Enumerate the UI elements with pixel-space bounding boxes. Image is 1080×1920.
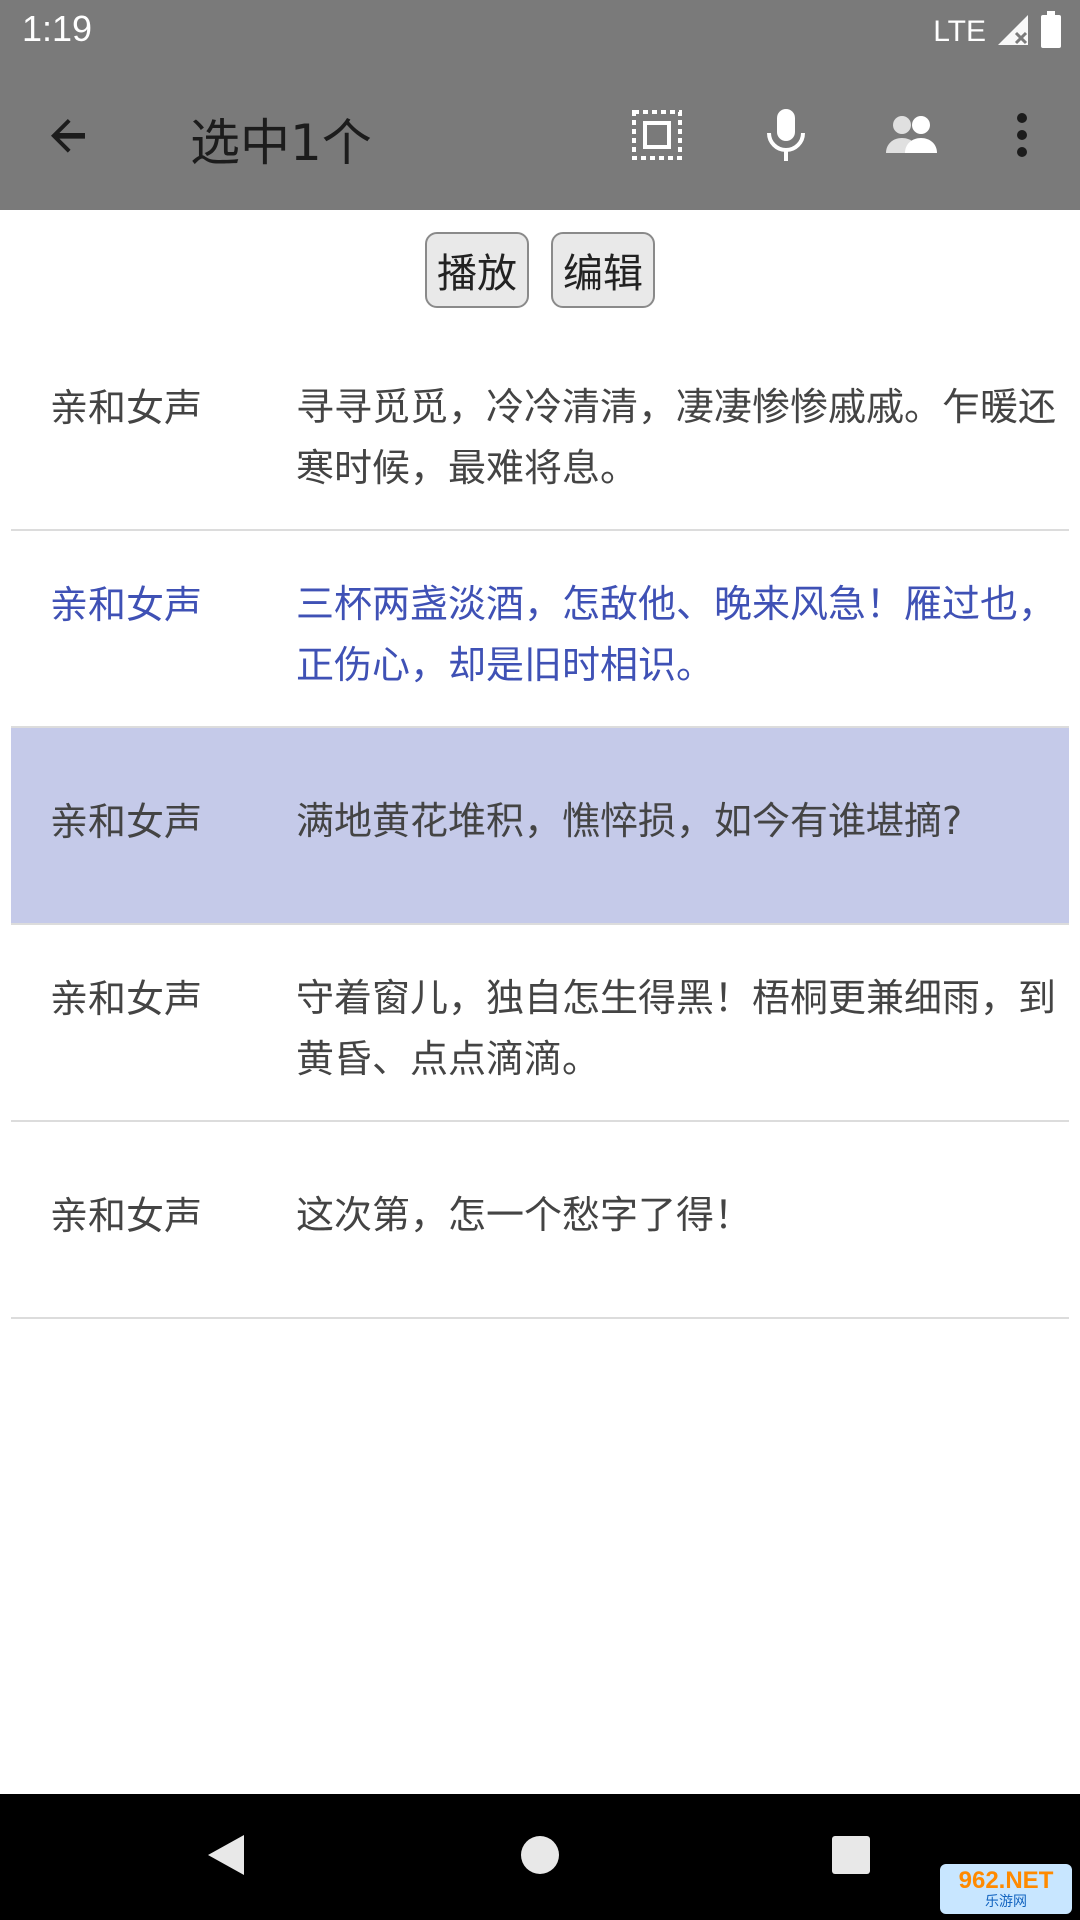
list-item[interactable]: 亲和女声 守着窗儿，独自怎生得黑！梧桐更兼细雨，到黄昏、点点滴滴。 xyxy=(11,925,1069,1122)
list-item[interactable]: 亲和女声 三杯两盏淡酒，怎敌他、晚来风急！雁过也，正伤心，却是旧时相识。 xyxy=(11,531,1069,728)
select-all-icon xyxy=(631,109,683,165)
voice-input-button[interactable] xyxy=(742,93,830,181)
battery-icon xyxy=(1040,11,1062,53)
toolbar: 选中1个 xyxy=(0,63,1080,210)
play-button[interactable]: 播放 xyxy=(425,232,529,308)
nav-recents-button[interactable] xyxy=(813,1819,889,1895)
sentence-text: 寻寻觅觅，冷冷清清，凄凄惨惨戚戚。乍暖还寒时候，最难将息。 xyxy=(296,385,1057,490)
nav-back-icon xyxy=(204,1831,248,1883)
status-icons: LTE xyxy=(933,11,1062,53)
sentence-text: 这次第，怎一个愁字了得！ xyxy=(296,1193,753,1237)
nav-home-button[interactable] xyxy=(502,1819,578,1895)
speakers-icon xyxy=(884,111,940,163)
list-item[interactable]: 亲和女声 这次第，怎一个愁字了得！ xyxy=(11,1122,1069,1319)
voice-label: 亲和女声 xyxy=(50,583,203,627)
select-all-button[interactable] xyxy=(613,93,701,181)
status-bar: 1:19 LTE xyxy=(0,0,1080,63)
voice-label: 亲和女声 xyxy=(50,386,203,430)
network-type-label: LTE xyxy=(933,15,986,48)
sentence-text: 满地黄花堆积，憔悴损，如今有谁堪摘? xyxy=(296,799,963,843)
arrow-back-icon xyxy=(45,111,93,163)
screen: 1:19 LTE 选中1个 播放 编辑 亲和女声 寻寻觅觅，冷冷清清，凄凄惨惨戚… xyxy=(0,0,1080,1920)
list-item-selected[interactable]: 亲和女声 满地黄花堆积，憔悴损，如今有谁堪摘? xyxy=(11,728,1069,925)
back-button[interactable] xyxy=(25,93,113,181)
navigation-bar: 962.NET 乐游网 xyxy=(0,1794,1080,1920)
edit-button[interactable]: 编辑 xyxy=(551,232,655,308)
list-item[interactable]: 亲和女声 寻寻觅觅，冷冷清清，凄凄惨惨戚戚。乍暖还寒时候，最难将息。 xyxy=(11,334,1069,531)
more-vert-icon xyxy=(1014,111,1030,163)
nav-back-button[interactable] xyxy=(188,1819,264,1895)
sentence-list: 亲和女声 寻寻觅觅，冷冷清清，凄凄惨惨戚戚。乍暖还寒时候，最难将息。 亲和女声 … xyxy=(11,334,1069,1319)
voice-label: 亲和女声 xyxy=(50,800,203,844)
microphone-icon xyxy=(762,107,810,167)
selection-count-title: 选中1个 xyxy=(190,114,372,172)
sentence-text: 三杯两盏淡酒，怎敌他、晚来风急！雁过也，正伤心，却是旧时相识。 xyxy=(296,582,1057,687)
more-options-button[interactable] xyxy=(978,93,1066,181)
signal-icon xyxy=(996,13,1030,51)
action-buttons: 播放 编辑 xyxy=(0,232,1080,308)
nav-home-icon xyxy=(519,1834,561,1880)
speakers-button[interactable] xyxy=(868,93,956,181)
watermark-top: 962.NET xyxy=(958,1867,1054,1894)
status-time: 1:19 xyxy=(22,8,93,49)
voice-label: 亲和女声 xyxy=(50,1194,203,1238)
watermark-logo: 962.NET 乐游网 xyxy=(940,1864,1072,1914)
voice-label: 亲和女声 xyxy=(50,977,203,1021)
watermark-bottom: 乐游网 xyxy=(985,1894,1027,1910)
nav-recents-icon xyxy=(831,1835,871,1879)
sentence-text: 守着窗儿，独自怎生得黑！梧桐更兼细雨，到黄昏、点点滴滴。 xyxy=(296,976,1057,1081)
